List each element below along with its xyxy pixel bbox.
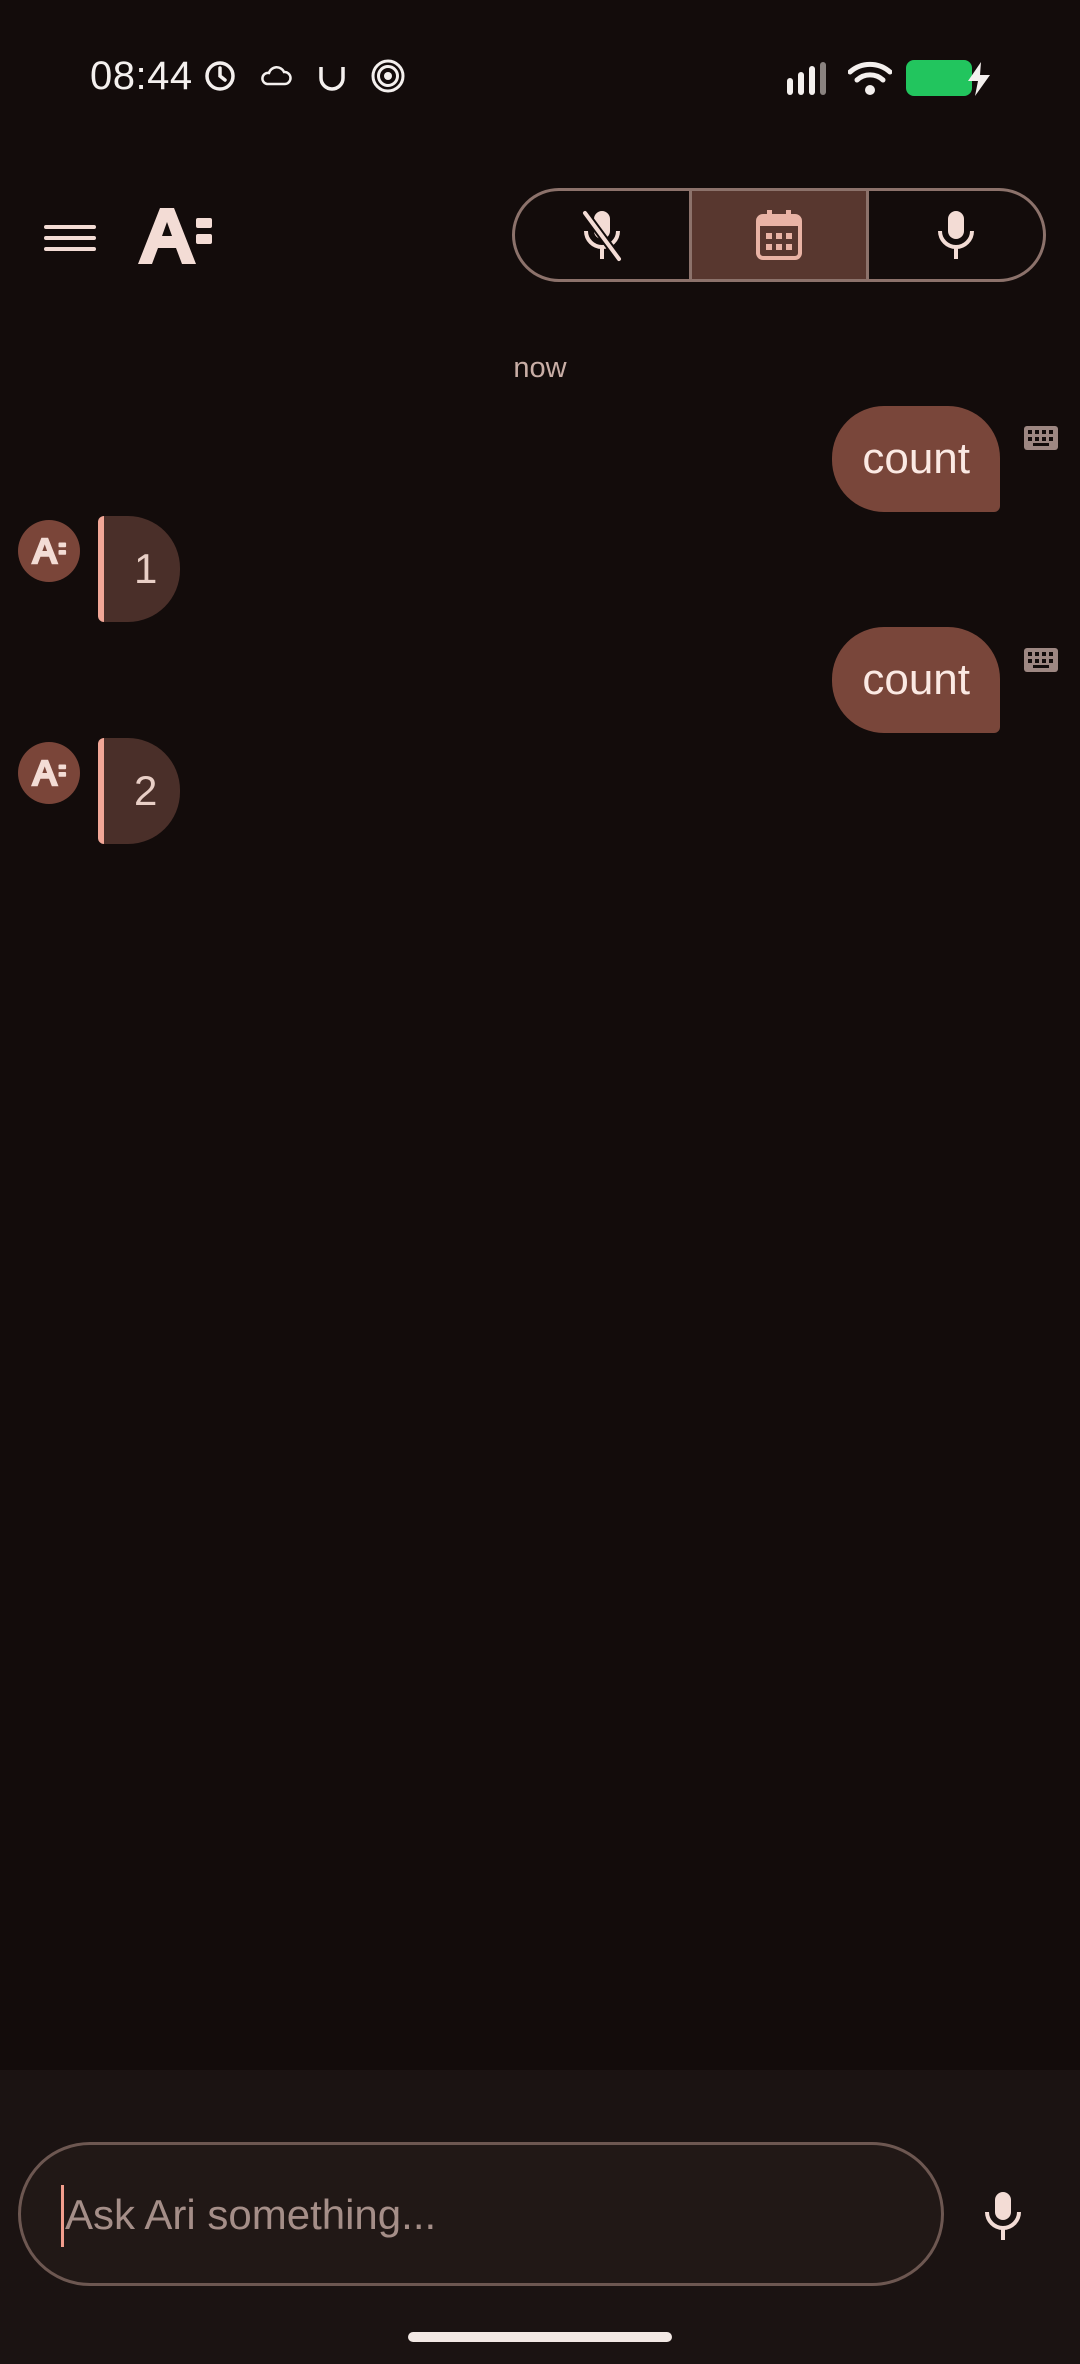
- mode-switch: [512, 188, 1046, 282]
- wifi-icon: [848, 61, 892, 95]
- message-text: 2: [134, 767, 158, 814]
- status-bar: 08:44: [0, 0, 1080, 160]
- calendar-icon: [756, 210, 802, 260]
- signal-icon: [787, 62, 826, 95]
- menu-button[interactable]: [44, 218, 96, 258]
- ari-logo-icon: [138, 208, 212, 264]
- message-text: count: [862, 655, 970, 704]
- keyboard-icon: [1024, 648, 1058, 672]
- alarm-icon: [205, 61, 235, 91]
- hamburger-icon: [44, 225, 96, 229]
- battery-icon: [906, 60, 972, 96]
- mode-mic-button[interactable]: [866, 191, 1043, 279]
- chat-timestamp: now: [513, 352, 567, 384]
- home-indicator[interactable]: [408, 2332, 672, 2342]
- assistant-message[interactable]: 2: [98, 738, 180, 844]
- assistant-message[interactable]: 1: [98, 516, 180, 622]
- mode-mute-button[interactable]: [515, 191, 689, 279]
- input-placeholder: Ask Ari something...: [65, 2191, 437, 2238]
- text-caret: [61, 2185, 64, 2247]
- status-time: 08:44: [90, 54, 193, 98]
- mic-icon[interactable]: [980, 2188, 1026, 2244]
- charging-bolt-icon: [968, 62, 990, 96]
- user-message[interactable]: count: [832, 627, 1000, 733]
- message-text: 1: [134, 545, 158, 592]
- message-input[interactable]: Ask Ari something...: [18, 2142, 944, 2286]
- assistant-avatar: [18, 520, 80, 582]
- cloud-icon: [261, 66, 292, 86]
- spiral-icon: [371, 59, 405, 93]
- mic-icon: [938, 211, 974, 259]
- ari-logo-icon: [30, 537, 67, 565]
- keyboard-icon: [1024, 426, 1058, 450]
- message-text: count: [862, 434, 970, 483]
- user-message[interactable]: count: [832, 406, 1000, 512]
- mode-calendar-button[interactable]: [689, 191, 866, 279]
- mic-off-icon: [581, 210, 623, 262]
- u-icon: [319, 67, 345, 91]
- assistant-avatar: [18, 742, 80, 804]
- ari-logo-icon: [30, 759, 67, 787]
